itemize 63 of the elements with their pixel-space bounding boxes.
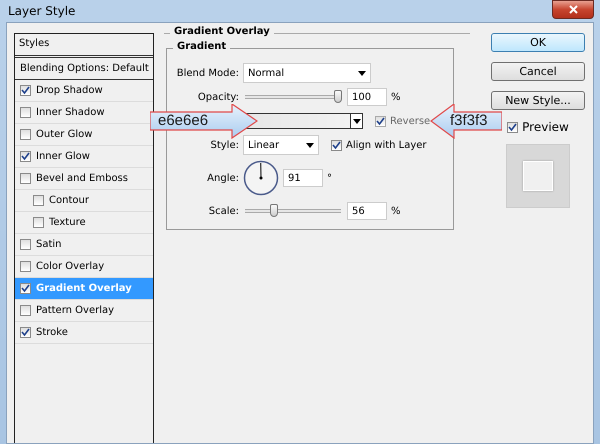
slider-thumb[interactable] bbox=[334, 90, 342, 103]
field-label: Scale: bbox=[208, 206, 239, 216]
check-icon bbox=[21, 284, 30, 293]
close-button[interactable] bbox=[552, 0, 594, 19]
style-list-item[interactable]: Drop Shadow bbox=[15, 80, 153, 102]
check-icon bbox=[21, 328, 30, 337]
checkbox[interactable] bbox=[20, 305, 31, 316]
section-title: Gradient Overlay bbox=[170, 26, 274, 37]
arrow-callout bbox=[430, 104, 502, 139]
window-title: Layer Style bbox=[8, 4, 76, 18]
check-icon bbox=[21, 86, 30, 95]
align-checkbox[interactable]: Align with Layer bbox=[331, 140, 427, 150]
checkbox[interactable] bbox=[33, 195, 44, 206]
angle-field[interactable]: 91 bbox=[283, 169, 323, 187]
checkbox[interactable] bbox=[20, 239, 31, 250]
list-header: Styles bbox=[15, 34, 153, 58]
unit-label: % bbox=[391, 92, 401, 102]
field-label: Style: bbox=[210, 140, 239, 150]
check-icon bbox=[21, 152, 30, 161]
check-icon bbox=[332, 140, 341, 150]
group-title: Gradient bbox=[173, 41, 230, 52]
style-dropdown[interactable]: Linear bbox=[243, 135, 319, 155]
style-list-item[interactable]: Inner Glow bbox=[15, 146, 153, 168]
checkbox[interactable] bbox=[20, 173, 31, 184]
callout-label: f3f3f3 bbox=[450, 112, 488, 129]
style-list-item[interactable]: Contour bbox=[15, 190, 153, 212]
style-list-item[interactable]: Texture bbox=[15, 212, 153, 234]
check-icon bbox=[508, 122, 518, 132]
scale-field[interactable]: 56 bbox=[347, 202, 387, 220]
check-icon bbox=[376, 116, 385, 126]
style-list-item[interactable]: Outer Glow bbox=[15, 124, 153, 146]
checkbox[interactable] bbox=[20, 327, 31, 338]
checkbox[interactable] bbox=[20, 129, 31, 140]
dialog-button[interactable]: Cancel bbox=[491, 62, 585, 81]
checkbox[interactable] bbox=[20, 151, 31, 162]
checkbox[interactable] bbox=[20, 283, 31, 294]
dialog-button[interactable]: OK bbox=[491, 33, 585, 52]
style-list-item[interactable]: Stroke bbox=[15, 322, 153, 344]
callout-label: e6e6e6 bbox=[158, 112, 208, 129]
slider-thumb[interactable] bbox=[270, 204, 278, 217]
blend-mode-dropdown[interactable]: Normal bbox=[243, 63, 371, 83]
preview-swatch bbox=[506, 144, 570, 208]
field-label: Opacity: bbox=[196, 92, 239, 102]
field-label: Angle: bbox=[206, 172, 239, 184]
checkbox[interactable] bbox=[20, 261, 31, 272]
preview-checkbox[interactable]: Preview bbox=[507, 120, 569, 134]
checkbox[interactable] bbox=[33, 217, 44, 228]
unit-label: ° bbox=[327, 172, 332, 184]
close-icon bbox=[568, 5, 578, 14]
caret-icon bbox=[352, 118, 360, 124]
unit-label: % bbox=[391, 206, 401, 216]
checkbox[interactable] bbox=[20, 85, 31, 96]
caret-icon bbox=[306, 142, 314, 148]
style-list-item[interactable]: Pattern Overlay bbox=[15, 300, 153, 322]
angle-dial[interactable] bbox=[243, 160, 279, 196]
style-list-item[interactable]: Blending Options: Default bbox=[15, 58, 153, 80]
checkbox[interactable] bbox=[20, 107, 31, 118]
style-list-item[interactable]: Bevel and Emboss bbox=[15, 168, 153, 190]
dialog-button[interactable]: New Style... bbox=[491, 91, 585, 110]
opacity-field[interactable]: 100 bbox=[347, 88, 387, 106]
style-list-item[interactable]: Satin bbox=[15, 234, 153, 256]
caret-icon bbox=[358, 70, 366, 76]
field-label: Blend Mode: bbox=[176, 68, 239, 78]
